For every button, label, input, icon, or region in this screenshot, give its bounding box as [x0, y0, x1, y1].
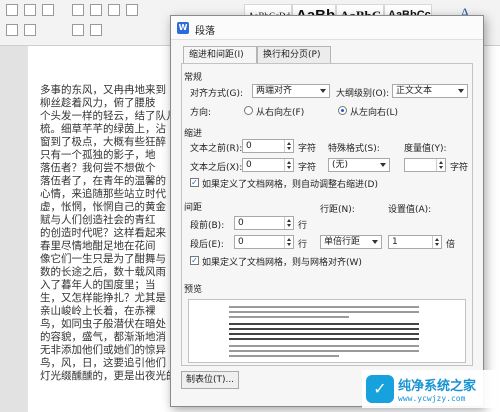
indent-section-title: 缩进	[184, 129, 203, 139]
space-before-label: 段前(B):	[190, 221, 225, 231]
tab-panel: 常规 对齐方式(G): 两端对齐 大纲级别(O): 正文文本 方向: 从右向左(…	[181, 63, 473, 366]
watermark-logo-icon: ✓	[366, 375, 394, 403]
align-right-icon[interactable]	[108, 4, 120, 16]
spinner-icon[interactable]	[436, 159, 445, 171]
snap-to-grid-checkbox[interactable]: ✓	[190, 256, 199, 265]
align-select[interactable]: 两端对齐	[252, 84, 330, 98]
line-spacing-select[interactable]: 单倍行距	[320, 235, 382, 249]
chevron-down-icon	[372, 240, 378, 244]
radio-ltr-label[interactable]: 从左向右(L)	[350, 105, 398, 118]
outline-label: 大纲级别(O):	[336, 89, 390, 99]
radio-rtl[interactable]	[244, 106, 253, 115]
indent-after-label: 文本之后(X):	[190, 163, 243, 173]
chevron-down-icon	[380, 163, 386, 167]
tab-line-page-breaks[interactable]: 换行和分页(P)	[257, 46, 331, 64]
justify-icon[interactable]	[126, 4, 138, 16]
general-section-title: 常规	[184, 73, 203, 83]
highlight-icon[interactable]	[24, 24, 36, 36]
space-before-unit[interactable]: 行	[298, 218, 307, 231]
dialog-title: 段落	[195, 26, 215, 37]
setting-value-label: 设置值(A):	[388, 205, 432, 215]
setting-value: 1	[392, 237, 398, 247]
setting-unit: 倍	[446, 240, 456, 250]
space-after-label: 段后(E):	[190, 240, 224, 250]
space-before-input[interactable]: 0	[234, 216, 294, 230]
site-watermark: ✓ 纯净系统之家 www.ycwjzy.com	[362, 370, 496, 408]
radio-ltr[interactable]	[338, 106, 347, 115]
space-after-unit[interactable]: 行	[298, 237, 307, 250]
spinner-icon[interactable]	[284, 217, 293, 229]
space-before-value: 0	[238, 218, 244, 228]
measure-input[interactable]	[404, 158, 446, 172]
line-spacing-icon[interactable]	[72, 24, 84, 36]
radio-rtl-label[interactable]: 从右向左(F)	[256, 105, 304, 118]
align-label: 对齐方式(G):	[190, 89, 244, 99]
watermark-url: www.ycwjzy.com	[398, 394, 466, 403]
spacing-section-title: 间距	[184, 203, 203, 213]
outline-value: 正文文本	[396, 86, 433, 96]
space-after-value: 0	[238, 237, 244, 247]
direction-label: 方向:	[190, 108, 212, 118]
indent-before-unit[interactable]: 字符	[298, 141, 316, 154]
outline-select[interactable]: 正文文本	[392, 84, 468, 98]
chevron-down-icon	[320, 89, 326, 93]
preview-section-title: 预览	[184, 285, 203, 295]
paragraph-dialog: W 段落 缩进和间距(I) 换行和分页(P) 常规 对齐方式(G): 两端对齐 …	[170, 15, 484, 407]
watermark-title: 纯净系统之家	[398, 379, 477, 394]
align-center-icon[interactable]	[90, 4, 102, 16]
space-after-input[interactable]: 0	[234, 235, 294, 249]
dialog-titlebar[interactable]: W 段落	[171, 16, 483, 40]
paragraph-preview	[188, 299, 466, 363]
indent-before-label: 文本之前(R):	[190, 144, 243, 154]
indent-after-value: 0	[246, 160, 252, 170]
line-spacing-label: 行距(N):	[320, 205, 355, 215]
special-format-value: (无)	[332, 160, 349, 170]
line-spacing-value: 单倍行距	[324, 237, 361, 247]
setting-value-input[interactable]: 1	[388, 235, 442, 249]
italic-icon[interactable]	[24, 4, 36, 16]
underline-icon[interactable]	[42, 4, 54, 16]
chevron-down-icon	[458, 89, 464, 93]
align-value: 两端对齐	[256, 86, 293, 96]
spinner-icon[interactable]	[432, 236, 441, 248]
special-format-label: 特殊格式(S):	[328, 144, 380, 154]
spinner-icon[interactable]	[284, 159, 293, 171]
spinner-icon[interactable]	[284, 236, 293, 248]
indent-before-value: 0	[246, 141, 252, 151]
indent-before-input[interactable]: 0	[242, 139, 294, 153]
indent-after-unit[interactable]: 字符	[298, 160, 316, 173]
font-color-icon[interactable]	[6, 24, 18, 36]
wps-app-icon: W	[177, 22, 189, 34]
align-left-icon[interactable]	[72, 4, 84, 16]
snap-to-grid-label[interactable]: 如果定义了文档网格，则与网格对齐(W)	[202, 255, 362, 268]
tabs-button[interactable]: 制表位(T)...	[181, 371, 239, 389]
measure-label: 度量值(Y):	[404, 144, 447, 154]
measure-unit[interactable]: 字符	[450, 160, 468, 173]
bold-icon[interactable]	[6, 4, 18, 16]
auto-right-indent-label[interactable]: 如果定义了文档网格，则自动调整右缩进(D)	[202, 177, 378, 190]
spinner-icon[interactable]	[284, 140, 293, 152]
paragraph-icon[interactable]	[90, 24, 102, 36]
special-format-select[interactable]: (无)	[328, 158, 390, 172]
auto-right-indent-checkbox[interactable]: ✓	[190, 178, 199, 187]
indent-after-input[interactable]: 0	[242, 158, 294, 172]
